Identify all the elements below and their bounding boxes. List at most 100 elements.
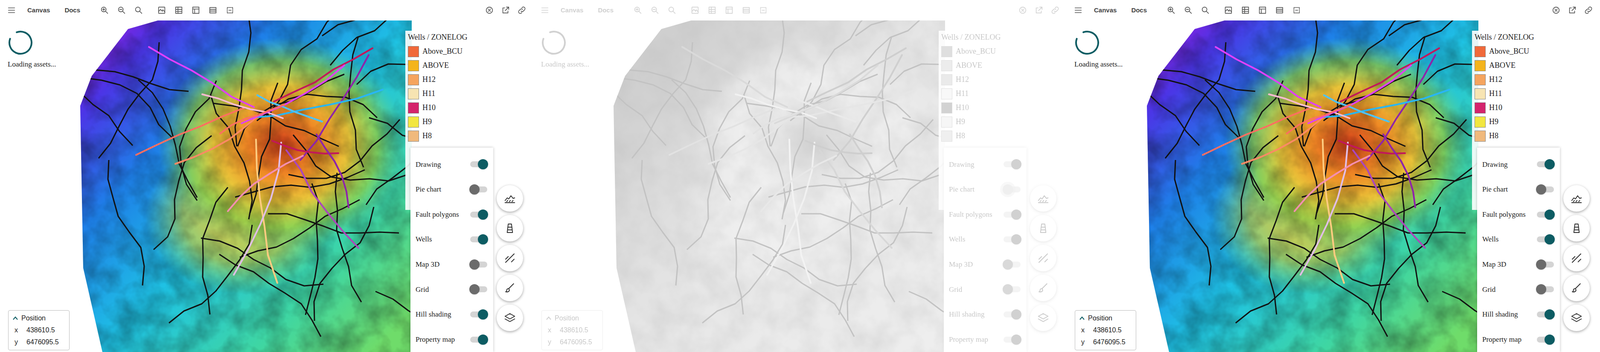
menu-icon[interactable] <box>1070 2 1086 18</box>
frame-icon[interactable] <box>222 2 238 18</box>
zoom-out-icon[interactable] <box>1181 2 1196 18</box>
layer-row[interactable]: Map 3D <box>1477 252 1560 278</box>
toolbar-tab[interactable]: Canvas <box>1088 2 1123 18</box>
round-button[interactable] <box>1563 274 1590 302</box>
image-icon[interactable] <box>687 2 703 18</box>
zoom-fit-icon[interactable] <box>1198 2 1213 18</box>
layer-row[interactable]: Fault polygons <box>943 201 1027 227</box>
round-button[interactable] <box>1029 185 1057 212</box>
layer-row[interactable]: Grid <box>410 276 494 303</box>
round-button[interactable] <box>496 304 524 332</box>
zoom-out-icon[interactable] <box>114 2 129 18</box>
link-icon[interactable] <box>1581 2 1596 18</box>
layer-row[interactable]: Property map <box>410 326 494 352</box>
close-icon[interactable] <box>1548 2 1564 18</box>
round-button[interactable] <box>496 215 524 242</box>
close-icon[interactable] <box>482 2 497 18</box>
toolbar-tab[interactable]: Canvas <box>554 2 590 18</box>
layout-icon[interactable] <box>188 2 204 18</box>
layer-toggle[interactable] <box>1003 161 1021 168</box>
toolbar-tab[interactable]: Docs <box>58 2 87 18</box>
round-button[interactable] <box>1029 244 1057 272</box>
layer-toggle[interactable] <box>470 186 488 193</box>
zoom-in-icon[interactable] <box>97 2 112 18</box>
menu-icon[interactable] <box>537 2 553 18</box>
round-button[interactable] <box>496 244 524 272</box>
link-icon[interactable] <box>1047 2 1063 18</box>
image-icon[interactable] <box>154 2 169 18</box>
layer-toggle[interactable] <box>1536 286 1554 293</box>
toolbar-tab[interactable]: Docs <box>1125 2 1153 18</box>
layer-toggle[interactable] <box>470 236 488 243</box>
layout-icon[interactable] <box>721 2 737 18</box>
position-header[interactable]: Position <box>1079 313 1132 324</box>
map-canvas[interactable]: Loading assets...Wells / ZONELOGAbove_BC… <box>1066 20 1600 352</box>
menu-icon[interactable] <box>4 2 19 18</box>
layer-row[interactable]: Drawing <box>410 151 494 178</box>
rows-icon[interactable] <box>1272 2 1287 18</box>
external-link-icon[interactable] <box>498 2 513 18</box>
round-button[interactable] <box>1029 274 1057 302</box>
layer-row[interactable]: Wells <box>943 226 1027 253</box>
rows-icon[interactable] <box>205 2 221 18</box>
link-icon[interactable] <box>514 2 530 18</box>
layer-row[interactable]: Map 3D <box>410 252 494 278</box>
zoom-fit-icon[interactable] <box>664 2 680 18</box>
rows-icon[interactable] <box>738 2 754 18</box>
layer-toggle[interactable] <box>1003 236 1021 243</box>
layer-toggle[interactable] <box>1536 261 1554 268</box>
layer-row[interactable]: Pie chart <box>410 177 494 203</box>
position-header[interactable]: Position <box>12 313 65 324</box>
layer-toggle[interactable] <box>1536 236 1554 243</box>
toolbar-tab[interactable]: Docs <box>591 2 620 18</box>
layer-toggle[interactable] <box>470 211 488 218</box>
layer-toggle[interactable] <box>1003 286 1021 293</box>
layer-row[interactable]: Map 3D <box>943 252 1027 278</box>
layer-toggle[interactable] <box>1536 336 1554 343</box>
layer-row[interactable]: Grid <box>1477 276 1560 303</box>
close-icon[interactable] <box>1015 2 1030 18</box>
layer-toggle[interactable] <box>470 161 488 168</box>
grid-icon[interactable] <box>704 2 720 18</box>
layer-toggle[interactable] <box>1536 211 1554 218</box>
layer-toggle[interactable] <box>470 286 488 293</box>
frame-icon[interactable] <box>756 2 771 18</box>
round-button[interactable] <box>496 185 524 212</box>
zoom-in-icon[interactable] <box>630 2 646 18</box>
layer-toggle[interactable] <box>470 336 488 343</box>
layer-row[interactable]: Wells <box>410 226 494 253</box>
layer-row[interactable]: Pie chart <box>943 177 1027 203</box>
layer-toggle[interactable] <box>1003 336 1021 343</box>
image-icon[interactable] <box>1221 2 1236 18</box>
layer-row[interactable]: Fault polygons <box>1477 201 1560 227</box>
layer-toggle[interactable] <box>1536 161 1554 168</box>
layer-toggle[interactable] <box>470 261 488 268</box>
round-button[interactable] <box>1563 215 1590 242</box>
round-button[interactable] <box>1029 215 1057 242</box>
zoom-out-icon[interactable] <box>647 2 663 18</box>
layer-row[interactable]: Pie chart <box>1477 177 1560 203</box>
external-link-icon[interactable] <box>1031 2 1047 18</box>
layer-row[interactable]: Hill shading <box>943 302 1027 328</box>
layer-row[interactable]: Hill shading <box>410 302 494 328</box>
round-button[interactable] <box>1563 244 1590 272</box>
layer-toggle[interactable] <box>1536 186 1554 193</box>
grid-icon[interactable] <box>1238 2 1253 18</box>
round-button[interactable] <box>1563 304 1590 332</box>
layer-row[interactable]: Hill shading <box>1477 302 1560 328</box>
layer-toggle[interactable] <box>1003 261 1021 268</box>
layer-row[interactable]: Property map <box>1477 326 1560 352</box>
layer-row[interactable]: Drawing <box>1477 151 1560 178</box>
map-canvas[interactable]: Loading assets...Wells / ZONELOGAbove_BC… <box>0 20 534 352</box>
grid-icon[interactable] <box>171 2 187 18</box>
layer-row[interactable]: Fault polygons <box>410 201 494 227</box>
layer-toggle[interactable] <box>1536 311 1554 318</box>
external-link-icon[interactable] <box>1565 2 1580 18</box>
layer-row[interactable]: Drawing <box>943 151 1027 178</box>
layer-row[interactable]: Wells <box>1477 226 1560 253</box>
round-button[interactable] <box>496 274 524 302</box>
layer-row[interactable]: Grid <box>943 276 1027 303</box>
layer-toggle[interactable] <box>1003 311 1021 318</box>
layer-row[interactable]: Property map <box>943 326 1027 352</box>
layout-icon[interactable] <box>1255 2 1270 18</box>
